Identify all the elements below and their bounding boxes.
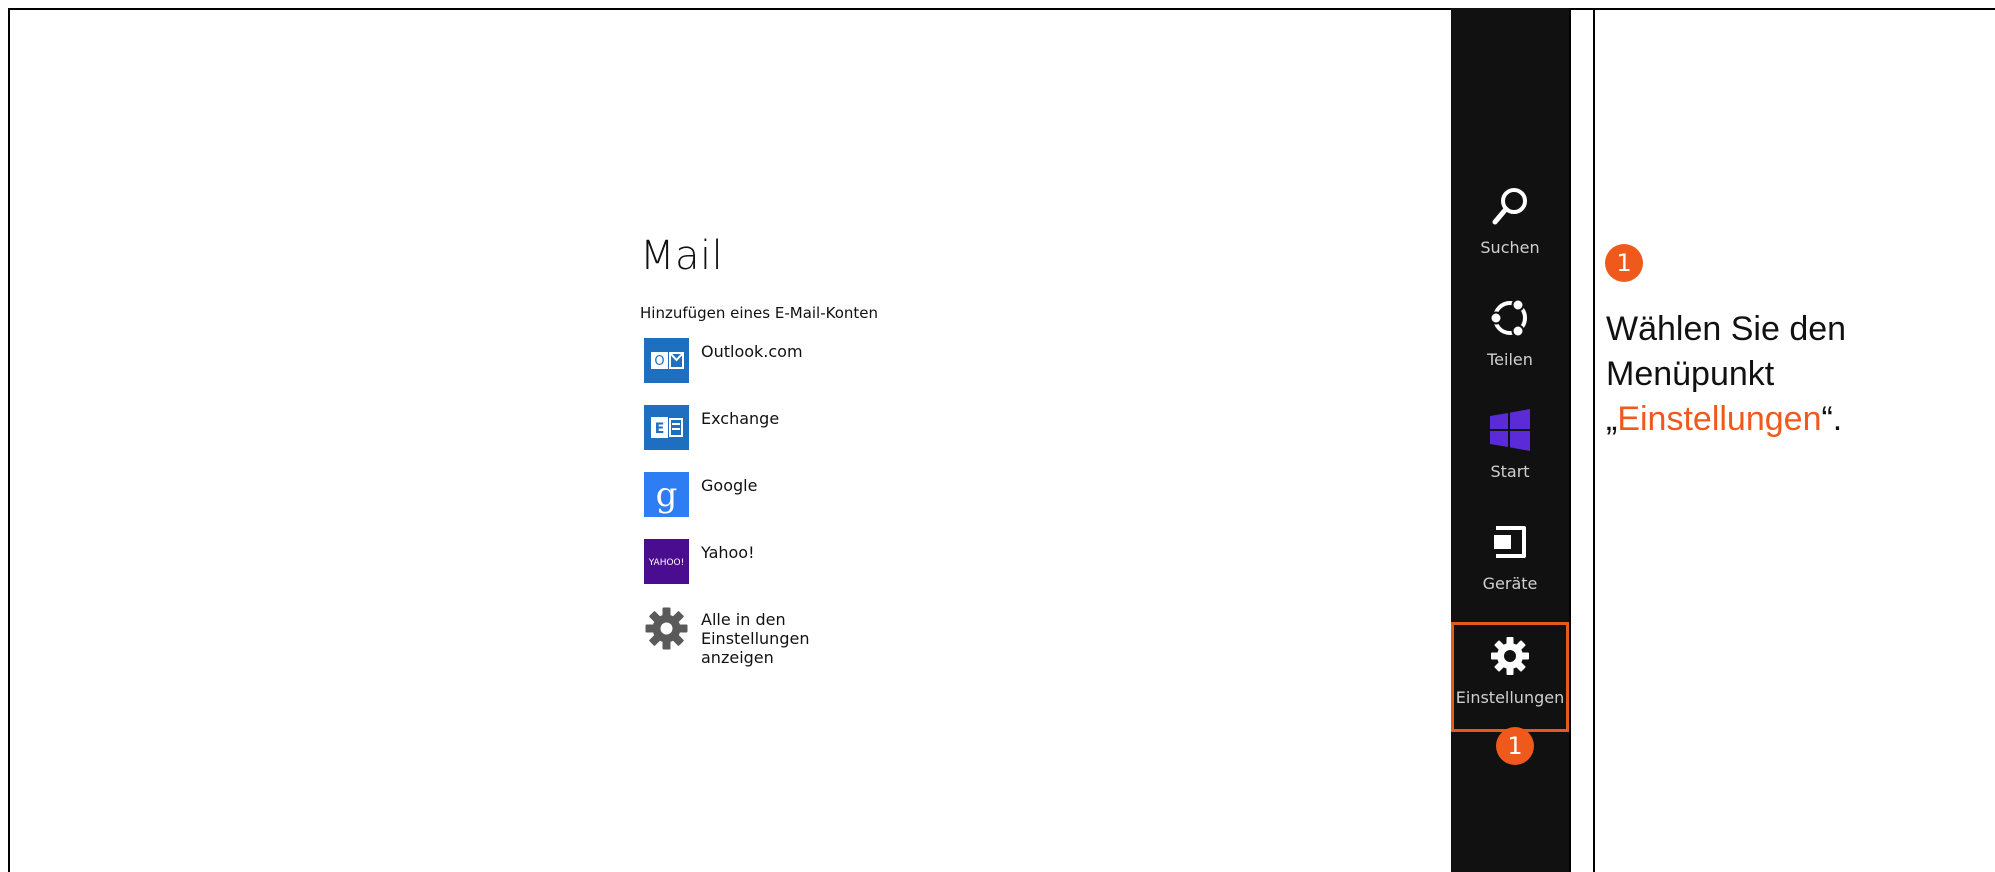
account-label-exchange: Exchange	[701, 409, 780, 428]
svg-text:YAHOO!: YAHOO!	[648, 558, 685, 568]
charm-label-devices: Geräte	[1482, 574, 1538, 593]
svg-text:O: O	[654, 354, 664, 369]
charm-devices[interactable]: Geräte	[1451, 520, 1569, 630]
instruction-highlight: Einstellungen	[1617, 400, 1822, 438]
instruction-suffix: “.	[1821, 400, 1843, 438]
account-label-yahoo: Yahoo!	[701, 543, 755, 562]
account-item-google[interactable]: g Google	[640, 470, 878, 537]
account-label-outlook: Outlook.com	[701, 342, 803, 361]
account-item-outlook[interactable]: O Outlook.com	[640, 336, 878, 403]
charm-label-settings: Einstellungen	[1455, 688, 1565, 707]
share-icon	[1490, 298, 1527, 338]
settings-gear-icon	[1491, 637, 1529, 675]
account-item-exchange[interactable]: E Exchange	[640, 403, 878, 470]
charm-start[interactable]: Start	[1451, 408, 1569, 518]
yahoo-icon: YAHOO!	[644, 539, 689, 584]
account-item-yahoo[interactable]: YAHOO! Yahoo!	[640, 537, 878, 604]
account-label-google: Google	[701, 476, 758, 495]
step-badge-instruction: 1	[1605, 244, 1643, 282]
account-item-show-all-settings[interactable]: Alle in den Einstellungen anzeigen	[640, 604, 878, 671]
frame-divider-right	[1593, 8, 1595, 872]
charm-settings[interactable]: Einstellungen	[1451, 622, 1569, 732]
add-account-subtitle: Hinzufügen eines E-Mail-Konten	[640, 304, 879, 322]
instruction-text: Wählen Sie den Menüpunkt „Einstellungen“…	[1606, 307, 1946, 442]
account-label-show-all: Alle in den Einstellungen anzeigen	[701, 610, 810, 667]
svg-text:E: E	[655, 421, 665, 437]
charm-search[interactable]: Suchen	[1451, 184, 1569, 294]
mail-app-panel: Mail Hinzufügen eines E-Mail-Konten O Ou…	[640, 228, 878, 671]
windows-logo-icon	[1490, 409, 1530, 451]
charm-label-share: Teilen	[1487, 350, 1533, 369]
charm-share[interactable]: Teilen	[1451, 296, 1569, 406]
step-badge-charm: 1	[1496, 727, 1534, 765]
frame-left-border	[8, 8, 10, 872]
outlook-icon: O	[644, 338, 689, 383]
frame-top-border	[8, 8, 1995, 10]
charm-label-search: Suchen	[1480, 238, 1540, 257]
charms-bar: Suchen Teilen Start Geräte Einstellungen…	[1451, 8, 1569, 872]
frame-divider-left	[1569, 8, 1571, 872]
search-icon	[1492, 188, 1527, 225]
gear-icon	[645, 607, 688, 650]
svg-text:g: g	[656, 475, 678, 515]
exchange-icon: E	[644, 405, 689, 450]
charm-label-start: Start	[1490, 462, 1530, 481]
devices-icon	[1494, 526, 1526, 558]
google-icon: g	[644, 472, 689, 517]
account-list: O Outlook.com E Exchange g Google YAHOO!…	[640, 336, 878, 671]
page-title: Mail	[640, 233, 724, 279]
